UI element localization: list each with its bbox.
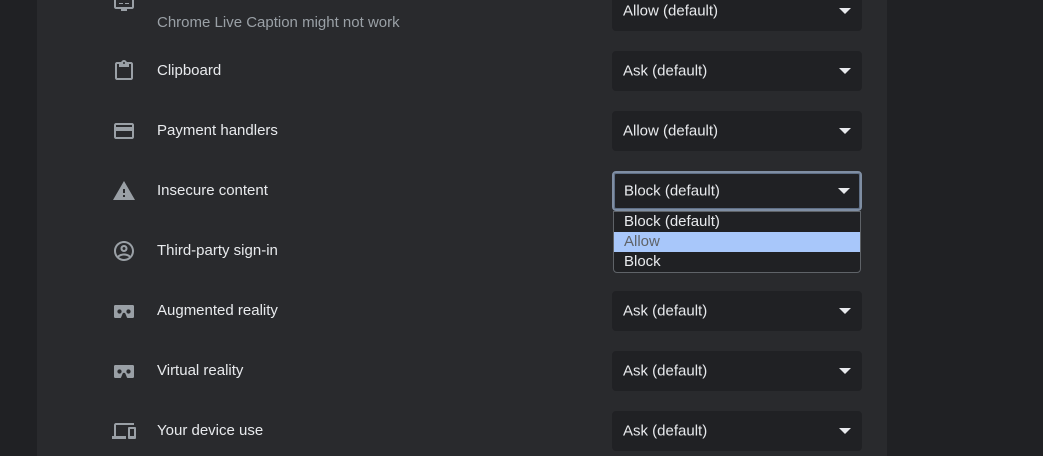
chevron-down-icon xyxy=(839,368,851,374)
insecure-content-label: Insecure content xyxy=(157,182,268,199)
virtual-reality-label: Virtual reality xyxy=(157,362,244,379)
captions-sublabel: Chrome Live Caption might not work xyxy=(157,14,400,31)
dropdown-option-block[interactable]: Block xyxy=(614,252,860,272)
chevron-down-icon xyxy=(839,428,851,434)
insecure-content-select-value: Block (default) xyxy=(624,182,720,200)
device-use-label: Your device use xyxy=(157,422,264,439)
setting-row-virtual-reality: Virtual reality Ask (default) xyxy=(37,341,887,401)
account-circle-icon xyxy=(112,239,136,263)
virtual-reality-select[interactable]: Ask (default) xyxy=(612,351,862,391)
settings-page: Chrome Live Caption might not work Allow… xyxy=(0,0,1043,456)
monitor-caption-icon xyxy=(112,0,136,15)
setting-row-payment-handlers: Payment handlers Allow (default) xyxy=(37,101,887,161)
augmented-reality-select[interactable]: Ask (default) xyxy=(612,291,862,331)
setting-row-captions: Chrome Live Caption might not work Allow… xyxy=(37,0,887,41)
clipboard-icon xyxy=(112,59,136,83)
third-party-sign-in-label: Third-party sign-in xyxy=(157,242,278,259)
device-use-select[interactable]: Ask (default) xyxy=(612,411,862,451)
clipboard-select[interactable]: Ask (default) xyxy=(612,51,862,91)
captions-select-value: Allow (default) xyxy=(623,2,719,20)
vr-headset-icon xyxy=(112,359,136,383)
device-use-select-value: Ask (default) xyxy=(623,422,708,440)
clipboard-select-value: Ask (default) xyxy=(623,62,708,80)
dropdown-option-block-default[interactable]: Block (default) xyxy=(614,212,860,232)
chevron-down-icon xyxy=(839,308,851,314)
warning-icon xyxy=(112,179,136,203)
captions-select[interactable]: Allow (default) xyxy=(612,0,862,31)
chevron-down-icon xyxy=(839,128,851,134)
payment-handlers-select[interactable]: Allow (default) xyxy=(612,111,862,151)
setting-row-augmented-reality: Augmented reality Ask (default) xyxy=(37,281,887,341)
insecure-content-dropdown-list: Block (default) Allow Block xyxy=(613,211,861,273)
payment-handlers-select-value: Allow (default) xyxy=(623,122,719,140)
clipboard-label: Clipboard xyxy=(157,62,222,79)
payment-card-icon xyxy=(112,119,136,143)
chevron-down-icon xyxy=(838,188,850,194)
augmented-reality-label: Augmented reality xyxy=(157,302,278,319)
vr-headset-icon xyxy=(112,299,136,323)
setting-row-clipboard: Clipboard Ask (default) xyxy=(37,41,887,101)
chevron-down-icon xyxy=(839,68,851,74)
insecure-content-select[interactable]: Block (default) xyxy=(612,171,862,211)
chevron-down-icon xyxy=(839,8,851,14)
payment-handlers-label: Payment handlers xyxy=(157,122,278,139)
augmented-reality-select-value: Ask (default) xyxy=(623,302,708,320)
devices-icon xyxy=(112,419,136,443)
virtual-reality-select-value: Ask (default) xyxy=(623,362,708,380)
dropdown-option-allow[interactable]: Allow xyxy=(614,232,860,252)
setting-row-device-use: Your device use Ask (default) xyxy=(37,401,887,456)
